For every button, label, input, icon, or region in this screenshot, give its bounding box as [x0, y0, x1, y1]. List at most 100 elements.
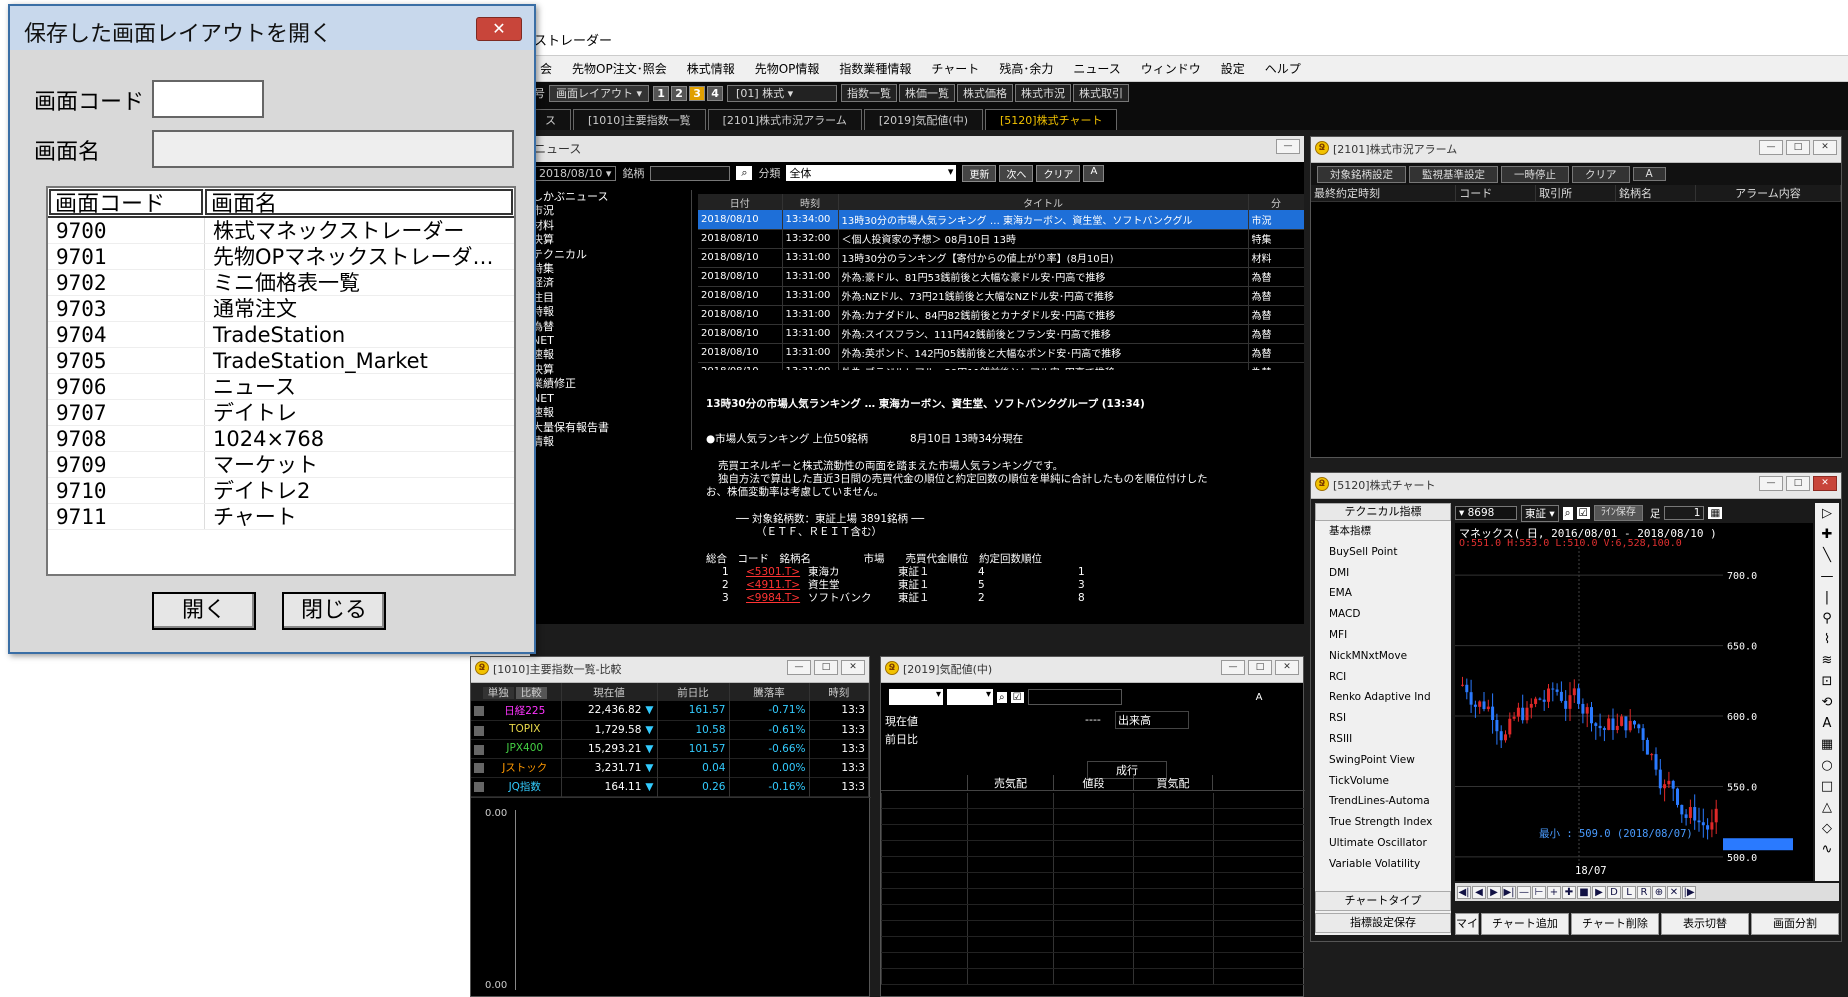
- alarm-column-header[interactable]: 取引所: [1535, 185, 1616, 202]
- checkbox-icon[interactable]: ☑: [1576, 507, 1590, 519]
- search-icon[interactable]: ⌕: [736, 166, 753, 180]
- toolbar-button[interactable]: 株式市況: [1015, 84, 1072, 102]
- minimize-icon[interactable]: —: [787, 660, 811, 675]
- drawing-tool-icon[interactable]: ∿: [1815, 839, 1839, 860]
- minimize-icon[interactable]: —: [1759, 476, 1783, 491]
- chart-nav-button[interactable]: ⊕: [1652, 885, 1666, 899]
- index-row[interactable]: Jストック 3,231.71 ▼ 0.04 0.00% 13:3: [471, 758, 869, 777]
- layout-number-button[interactable]: 1: [653, 85, 670, 101]
- news-category[interactable]: 速報: [532, 406, 691, 420]
- open-button[interactable]: 開く: [152, 592, 256, 630]
- news-button[interactable]: クリア: [1036, 164, 1081, 182]
- index-checkbox[interactable]: [474, 782, 484, 792]
- indices-column-header[interactable]: 現在値: [561, 683, 658, 701]
- indicator-item[interactable]: MFI: [1329, 625, 1451, 646]
- drawing-tool-icon[interactable]: ╲: [1815, 545, 1839, 566]
- indices-column-header[interactable]: 前日比: [657, 683, 730, 701]
- toolbar-button[interactable]: 株価一覧: [899, 84, 956, 102]
- index-checkbox[interactable]: [474, 705, 484, 716]
- close-icon[interactable]: ✕: [1813, 140, 1837, 155]
- market-dropdown[interactable]: ▾: [947, 689, 993, 705]
- alarm-column-header[interactable]: 銘柄名: [1615, 185, 1696, 202]
- indicator-item[interactable]: BuySell Point: [1329, 542, 1451, 563]
- indicator-item[interactable]: Renko Adaptive Ind: [1329, 687, 1451, 708]
- news-category[interactable]: 大量保有報告書: [532, 421, 691, 435]
- news-row[interactable]: 2018/08/10 13:32:00 ＜個人投資家の予想＞ 08月10日 13時特…: [698, 229, 1304, 248]
- chart-nav-button[interactable]: ✚: [1562, 885, 1576, 899]
- chart-nav-button[interactable]: ▶: [1592, 885, 1606, 899]
- chart-nav-button[interactable]: |▶: [1682, 885, 1696, 899]
- window-tab[interactable]: [2019]気配値(中): [863, 109, 983, 130]
- chart-nav-button[interactable]: ✕: [1667, 885, 1681, 899]
- news-category[interactable]: 特報: [532, 305, 691, 319]
- indicator-item[interactable]: RSI: [1329, 708, 1451, 729]
- news-category[interactable]: 決算: [532, 233, 691, 247]
- indices-column-header[interactable]: 騰落率: [729, 683, 810, 701]
- alarm-button[interactable]: A: [1632, 167, 1666, 181]
- column-header-code[interactable]: 画面コード: [49, 189, 203, 217]
- layout-list-row[interactable]: 9703 通常注文: [48, 296, 514, 322]
- drawing-tool-icon[interactable]: ⊡: [1815, 671, 1839, 692]
- indicator-item[interactable]: Ultimate Oscillator: [1329, 833, 1451, 854]
- indicator-item[interactable]: RCI: [1329, 667, 1451, 688]
- menu-item[interactable]: ウィンドウ: [1141, 60, 1201, 77]
- chart-nav-button[interactable]: L: [1622, 885, 1636, 899]
- layout-list-row[interactable]: 9711 チャート: [48, 504, 514, 530]
- drawing-tool-icon[interactable]: ○: [1815, 755, 1839, 776]
- chart-nav-button[interactable]: +: [1547, 885, 1561, 899]
- chart-nav-button[interactable]: D: [1607, 885, 1621, 899]
- indicator-item[interactable]: 基本指標: [1329, 521, 1451, 542]
- chart-nav-button[interactable]: —: [1517, 885, 1531, 899]
- chart-bottom-button[interactable]: マイ: [1455, 913, 1479, 935]
- close-button[interactable]: 閉じる: [282, 592, 386, 630]
- window-tab[interactable]: [2101]株式市況アラーム: [707, 109, 862, 130]
- checkbox-icon[interactable]: ☑: [1010, 691, 1024, 703]
- menu-item[interactable]: 先物OP情報: [755, 60, 820, 77]
- chart-bottom-button[interactable]: 表示切替: [1661, 913, 1749, 935]
- news-column-header[interactable]: 分: [1248, 194, 1304, 210]
- line-save-button[interactable]: ﾗｲﾝ保存: [1593, 505, 1643, 521]
- layout-list[interactable]: 画面コード 画面名 9700 株式マネックストレーダー 9701 先物OPマネックスト…: [46, 186, 516, 576]
- indices-column-header[interactable]: 時刻: [809, 683, 869, 701]
- menu-item[interactable]: 先物OP注文･照会: [572, 60, 667, 77]
- indicator-item[interactable]: Variable Volatility: [1329, 854, 1451, 875]
- news-row[interactable]: 2018/08/10 13:31:00 外為:豪ドル、81円53銭前後と大幅な豪ドル…: [698, 267, 1304, 286]
- code-input[interactable]: ▾ 8698: [1455, 506, 1517, 520]
- indicator-item[interactable]: TickVolume: [1329, 771, 1451, 792]
- index-checkbox[interactable]: [474, 726, 484, 736]
- technical-indicator-button[interactable]: テクニカル指標: [1315, 503, 1451, 521]
- news-row[interactable]: 2018/08/10 13:31:00 13時30分のランキング【寄付からの値上がり…: [698, 248, 1304, 267]
- minimize-icon[interactable]: —: [1759, 140, 1783, 155]
- bunrui-select[interactable]: 全体 ▾: [786, 165, 957, 181]
- news-category[interactable]: 情報: [532, 435, 691, 449]
- indicator-item[interactable]: EMA: [1329, 583, 1451, 604]
- index-row[interactable]: JQ指数 164.11 ▼ 0.26 -0.16% 13:3: [471, 777, 869, 796]
- news-column-header[interactable]: タイトル: [838, 194, 1249, 210]
- index-checkbox[interactable]: [474, 763, 484, 773]
- news-category[interactable]: テクニカル: [532, 248, 691, 262]
- drawing-tool-icon[interactable]: □: [1815, 776, 1839, 797]
- drawing-tool-icon[interactable]: ≋: [1815, 650, 1839, 671]
- news-row[interactable]: 2018/08/1013:31:00外為:ブラジルレアル、29円11銭前後とレア…: [698, 362, 1304, 370]
- news-category[interactable]: 材料: [532, 219, 691, 233]
- drawing-tool-icon[interactable]: ⟲: [1815, 692, 1839, 713]
- column-header-name[interactable]: 画面名: [205, 189, 513, 217]
- toolbar-button[interactable]: 株式価格: [957, 84, 1014, 102]
- scale-input[interactable]: 1: [1664, 506, 1705, 520]
- indicator-item[interactable]: RSIII: [1329, 729, 1451, 750]
- window-tab[interactable]: [5120]株式チャート: [985, 109, 1118, 130]
- news-row[interactable]: 2018/08/10 13:31:00 外為:カナダドル、84円82銭前後とカナダド…: [698, 305, 1304, 324]
- layout-number-button[interactable]: 2: [671, 85, 688, 101]
- alarm-column-header[interactable]: アラーム内容: [1695, 185, 1842, 202]
- alarm-button[interactable]: クリア: [1572, 165, 1630, 183]
- chart-nav-button[interactable]: ◀: [1472, 885, 1486, 899]
- close-icon[interactable]: ✕: [1275, 660, 1299, 675]
- drawing-tool-icon[interactable]: ✚: [1815, 524, 1839, 545]
- market-select[interactable]: 東証 ▾: [1521, 504, 1559, 522]
- a-button[interactable]: A: [1256, 692, 1263, 703]
- menu-item[interactable]: 設定: [1221, 60, 1245, 77]
- chart-bottom-button[interactable]: チャート削除: [1571, 913, 1659, 935]
- indicator-item[interactable]: True Strength Index: [1329, 812, 1451, 833]
- chart-type-button[interactable]: チャートタイプ: [1315, 891, 1451, 911]
- market-select[interactable]: [01] 株式 ▾: [727, 84, 838, 102]
